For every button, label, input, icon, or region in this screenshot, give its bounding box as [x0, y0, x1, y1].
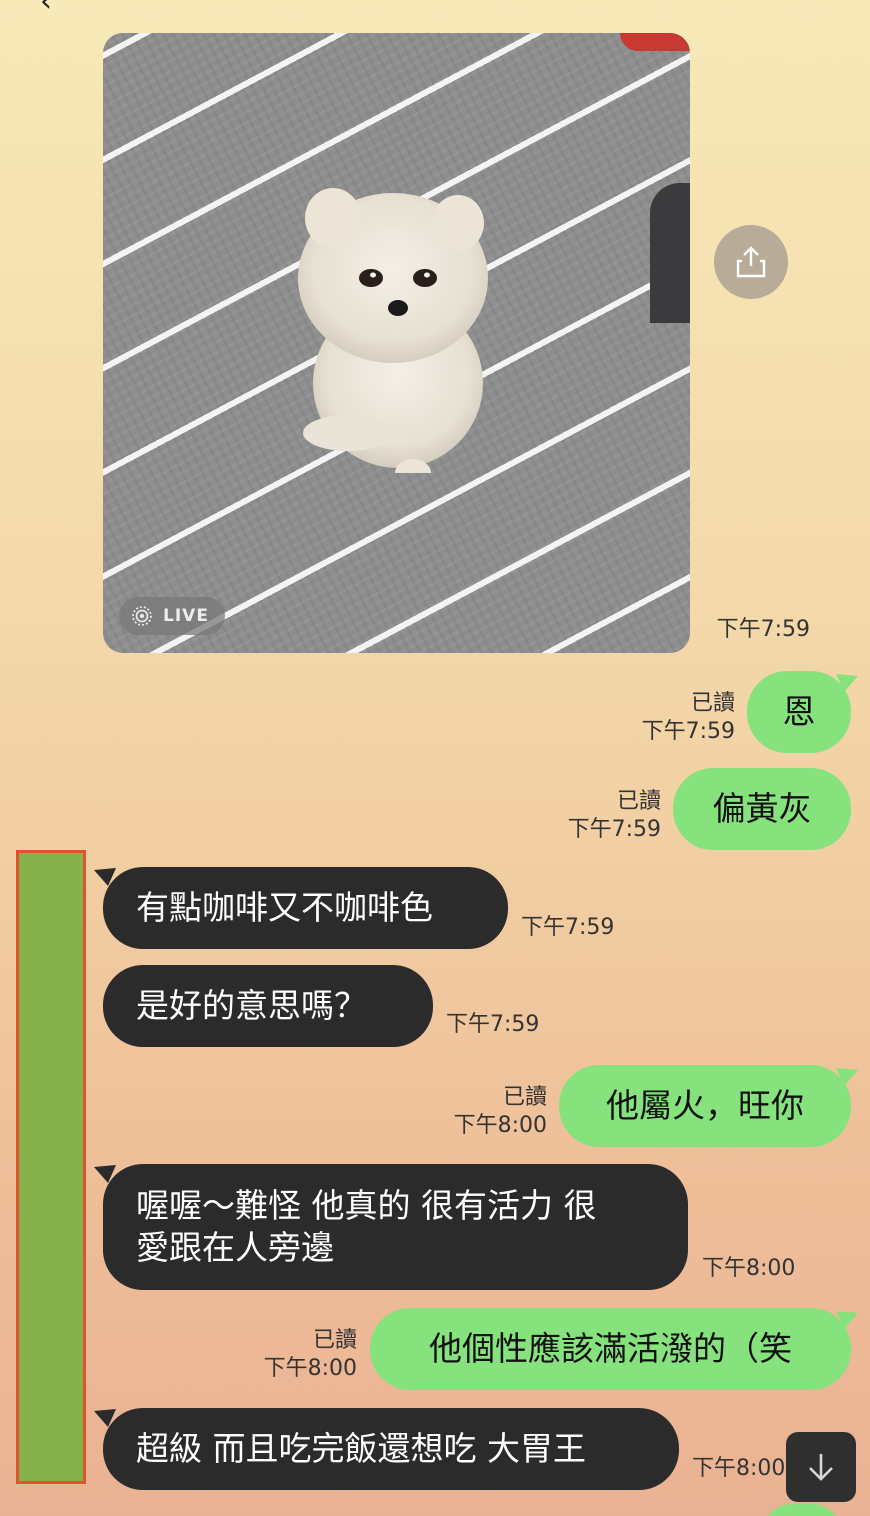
read-receipt: 已讀	[312, 1328, 357, 1353]
message-text-line: 愛跟在人旁邊	[136, 1228, 334, 1267]
message-meta: 已讀 下午8:00	[410, 1084, 547, 1140]
arrow-down-icon	[809, 1454, 833, 1481]
live-photo-icon	[132, 606, 152, 626]
message-time: 下午8:00	[453, 1113, 547, 1138]
shared-photo[interactable]: LIVE	[103, 33, 690, 653]
incoming-message-bubble[interactable]: 是好的意思嗎？	[103, 965, 433, 1047]
message-text: 他屬火，旺你	[606, 1086, 804, 1125]
live-label: LIVE	[163, 606, 209, 626]
bubble-tail	[836, 674, 858, 692]
message-text: 恩	[782, 692, 816, 731]
message-meta: 已讀 下午7:59	[520, 788, 661, 844]
incoming-message-bubble[interactable]: 超級 而且吃完飯還想吃 大胃王	[103, 1408, 679, 1490]
bubble-tail	[836, 1311, 858, 1329]
message-text: 超級 而且吃完飯還想吃 大胃王	[136, 1429, 586, 1468]
message-time: 下午7:59	[446, 1012, 540, 1037]
message-meta: 已讀 下午8:00	[220, 1327, 357, 1383]
message-time: 下午8:00	[263, 1356, 357, 1381]
read-receipt: 已讀	[616, 789, 661, 814]
back-chevron-icon[interactable]: ‹	[40, 0, 52, 19]
share-button[interactable]	[714, 225, 788, 299]
scroll-to-bottom-button[interactable]	[786, 1432, 856, 1502]
incoming-message-bubble[interactable]: 喔喔～難怪 他真的 很有活力 很 愛跟在人旁邊	[103, 1164, 688, 1290]
message-text: 偏黃灰	[712, 789, 812, 828]
message-time: 下午7:59	[567, 817, 661, 842]
message-time: 下午7:59	[716, 617, 810, 642]
photo-background-object	[650, 183, 690, 323]
outgoing-message-bubble[interactable]: 他屬火，旺你	[559, 1065, 851, 1147]
share-icon	[736, 246, 766, 278]
message-text: 他個性應該滿活潑的（笑	[429, 1329, 792, 1368]
message-text: 是好的意思嗎？	[136, 986, 367, 1025]
pomeranian-dog-image	[298, 188, 488, 473]
message-time: 下午8:00	[702, 1256, 796, 1281]
message-time: 下午7:59	[521, 915, 615, 940]
live-photo-badge: LIVE	[119, 597, 225, 635]
outgoing-message-bubble[interactable]: 他個性應該滿活潑的（笑	[370, 1308, 851, 1390]
message-time: 下午7:59	[641, 719, 735, 744]
bubble-tail	[836, 1068, 858, 1086]
redacted-avatar	[16, 850, 86, 1484]
read-receipt: 已讀	[502, 1085, 547, 1110]
outgoing-message-bubble[interactable]: 偏黃灰	[673, 768, 851, 850]
message-text: 有點咖啡又不咖啡色	[136, 888, 433, 927]
next-message-peek	[762, 1504, 842, 1516]
message-text-line: 喔喔～難怪 他真的 很有活力 很	[136, 1186, 597, 1225]
read-receipt: 已讀	[690, 691, 735, 716]
photo-background-object	[620, 33, 690, 51]
incoming-message-bubble[interactable]: 有點咖啡又不咖啡色	[103, 867, 508, 949]
message-meta: 已讀 下午7:59	[600, 690, 735, 746]
